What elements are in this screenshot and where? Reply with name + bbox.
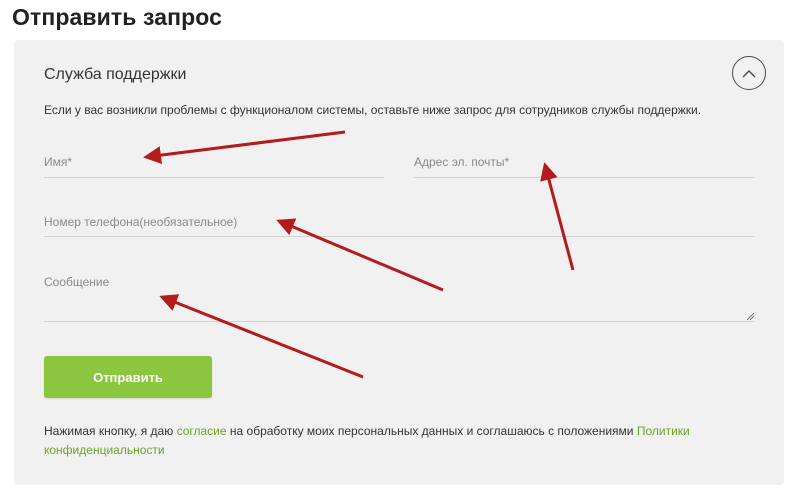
consent-text-before: Нажимая кнопку, я даю bbox=[44, 424, 177, 438]
card-title: Служба поддержки bbox=[44, 66, 187, 83]
consent-link[interactable]: согласие bbox=[177, 424, 227, 438]
intro-text: Если у вас возникли проблемы с функциона… bbox=[44, 103, 702, 117]
chevron-up-icon bbox=[742, 69, 756, 77]
phone-placeholder: Номер телефона(необязательное) bbox=[44, 215, 238, 229]
name-field[interactable]: Имя* bbox=[44, 150, 384, 178]
consent-text: Нажимая кнопку, я даю согласие на обрабо… bbox=[44, 422, 744, 460]
submit-button[interactable]: Отправить bbox=[44, 356, 212, 398]
message-field[interactable]: Сообщение bbox=[44, 270, 754, 322]
name-placeholder: Имя* bbox=[44, 155, 73, 169]
phone-field[interactable]: Номер телефона(необязательное) bbox=[44, 210, 754, 237]
consent-text-middle: на обработку моих персональных данных и … bbox=[226, 424, 637, 438]
support-card: Служба поддержки Если у вас возникли про… bbox=[14, 40, 784, 485]
email-placeholder: Адрес эл. почты* bbox=[414, 155, 510, 169]
page: Отправить запрос Служба поддержки Если у… bbox=[0, 0, 800, 492]
message-placeholder: Сообщение bbox=[44, 275, 110, 289]
resize-grip-icon[interactable] bbox=[746, 312, 754, 320]
email-field[interactable]: Адрес эл. почты* bbox=[414, 150, 754, 178]
collapse-button[interactable] bbox=[732, 56, 766, 90]
page-title: Отправить запрос bbox=[12, 4, 222, 30]
